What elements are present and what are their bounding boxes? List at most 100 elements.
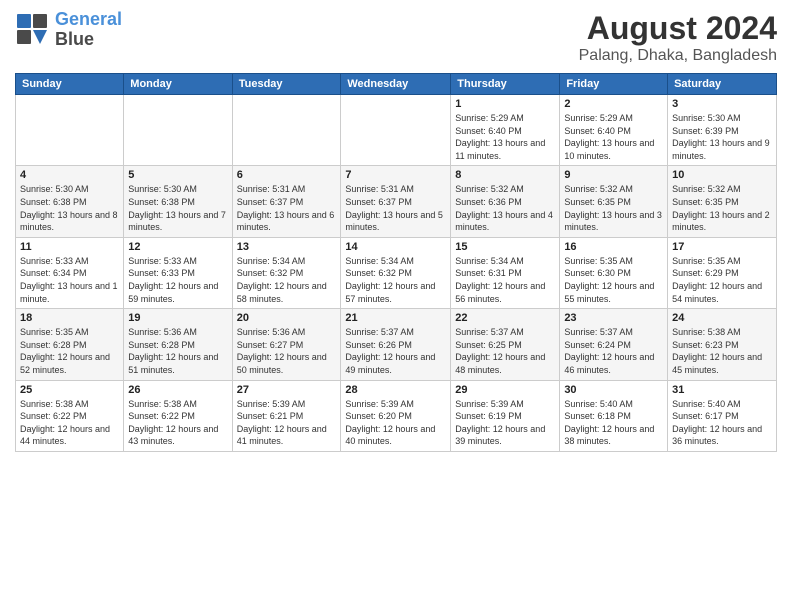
calendar-week-2: 4 Sunrise: 5:30 AM Sunset: 6:38 PM Daylig… bbox=[16, 166, 777, 237]
table-row: 17Sunrise: 5:35 AM Sunset: 6:29 PM Dayli… bbox=[668, 237, 777, 308]
day-info: Sunrise: 5:40 AM Sunset: 6:17 PM Dayligh… bbox=[672, 398, 772, 448]
table-row: 31 Sunrise: 5:40 AM Sunset: 6:17 PM Dayli… bbox=[668, 380, 777, 451]
table-row: 27Sunrise: 5:39 AM Sunset: 6:21 PM Dayli… bbox=[232, 380, 341, 451]
day-info: Sunrise: 5:33 AM Sunset: 6:34 PM Dayligh… bbox=[20, 255, 119, 305]
day-number: 7 bbox=[345, 169, 446, 181]
day-number: 29 bbox=[455, 384, 555, 396]
calendar-header-row: Sunday Monday Tuesday Wednesday Thursday… bbox=[16, 74, 777, 95]
table-row: 3 Sunrise: 5:30 AM Sunset: 6:39 PM Daylig… bbox=[668, 95, 777, 166]
day-number: 21 bbox=[345, 312, 446, 324]
table-row: 2Sunrise: 5:29 AM Sunset: 6:40 PM Daylig… bbox=[560, 95, 668, 166]
day-number: 27 bbox=[237, 384, 337, 396]
day-number: 11 bbox=[20, 241, 119, 253]
day-info: Sunrise: 5:35 AM Sunset: 6:30 PM Dayligh… bbox=[564, 255, 663, 305]
day-info: Sunrise: 5:34 AM Sunset: 6:32 PM Dayligh… bbox=[345, 255, 446, 305]
main-title: August 2024 bbox=[579, 10, 777, 47]
table-row: 12Sunrise: 5:33 AM Sunset: 6:33 PM Dayli… bbox=[124, 237, 232, 308]
table-row: 26Sunrise: 5:38 AM Sunset: 6:22 PM Dayli… bbox=[124, 380, 232, 451]
day-number: 5 bbox=[128, 169, 227, 181]
table-row: 25Sunrise: 5:38 AM Sunset: 6:22 PM Dayli… bbox=[16, 380, 124, 451]
table-row: 14 Sunrise: 5:34 AM Sunset: 6:32 PM Dayli… bbox=[341, 237, 451, 308]
table-row: 11 Sunrise: 5:33 AM Sunset: 6:34 PM Dayli… bbox=[16, 237, 124, 308]
day-number: 22 bbox=[455, 312, 555, 324]
day-number: 13 bbox=[237, 241, 337, 253]
table-row: 29 Sunrise: 5:39 AM Sunset: 6:19 PM Dayli… bbox=[451, 380, 560, 451]
day-number: 6 bbox=[237, 169, 337, 181]
day-info: Sunrise: 5:38 AM Sunset: 6:22 PM Dayligh… bbox=[128, 398, 227, 448]
table-row: 1Sunrise: 5:29 AM Sunset: 6:40 PM Daylig… bbox=[451, 95, 560, 166]
day-number: 15 bbox=[455, 241, 555, 253]
logo-icon bbox=[15, 12, 51, 48]
header-tuesday: Tuesday bbox=[232, 74, 341, 95]
table-row: 30 Sunrise: 5:40 AM Sunset: 6:18 PM Dayli… bbox=[560, 380, 668, 451]
day-number: 16 bbox=[564, 241, 663, 253]
day-number: 3 bbox=[672, 98, 772, 110]
table-row: 10 Sunrise: 5:32 AM Sunset: 6:35 PM Dayli… bbox=[668, 166, 777, 237]
table-row: 6 Sunrise: 5:31 AM Sunset: 6:37 PM Daylig… bbox=[232, 166, 341, 237]
calendar-week-1: 1 Sunrise: 5:29 AM Sunset: 6:40 PM Daylig… bbox=[16, 95, 777, 166]
day-number: 18 bbox=[20, 312, 119, 324]
day-info: Sunrise: 5:32 AM Sunset: 6:35 PM Dayligh… bbox=[564, 183, 663, 233]
table-row bbox=[341, 95, 451, 166]
header-saturday: Saturday bbox=[668, 74, 777, 95]
day-info: Sunrise: 5:30 AM Sunset: 6:38 PM Dayligh… bbox=[20, 183, 119, 233]
day-number: 10 bbox=[672, 169, 772, 181]
header: General Blue August 2024 Palang, Dhaka, … bbox=[15, 10, 777, 65]
day-info: Sunrise: 5:29 AM Sunset: 6:40 PM Dayligh… bbox=[564, 112, 663, 162]
day-info: Sunrise: 5:39 AM Sunset: 6:19 PM Dayligh… bbox=[455, 398, 555, 448]
day-info: Sunrise: 5:37 AM Sunset: 6:24 PM Dayligh… bbox=[564, 326, 663, 376]
day-info: Sunrise: 5:31 AM Sunset: 6:37 PM Dayligh… bbox=[237, 183, 337, 233]
table-row: 5 Sunrise: 5:30 AM Sunset: 6:38 PM Daylig… bbox=[124, 166, 232, 237]
table-row: 15 Sunrise: 5:34 AM Sunset: 6:31 PM Dayli… bbox=[451, 237, 560, 308]
table-row: 23 Sunrise: 5:37 AM Sunset: 6:24 PM Dayli… bbox=[560, 309, 668, 380]
day-info: Sunrise: 5:32 AM Sunset: 6:36 PM Dayligh… bbox=[455, 183, 555, 233]
day-info: Sunrise: 5:30 AM Sunset: 6:38 PM Dayligh… bbox=[128, 183, 227, 233]
calendar-table: Sunday Monday Tuesday Wednesday Thursday… bbox=[15, 73, 777, 452]
day-number: 24 bbox=[672, 312, 772, 324]
calendar-week-4: 18 Sunrise: 5:35 AM Sunset: 6:28 PM Dayli… bbox=[16, 309, 777, 380]
day-info: Sunrise: 5:34 AM Sunset: 6:32 PM Dayligh… bbox=[237, 255, 337, 305]
day-info: Sunrise: 5:37 AM Sunset: 6:26 PM Dayligh… bbox=[345, 326, 446, 376]
day-number: 19 bbox=[128, 312, 227, 324]
table-row: 19 Sunrise: 5:36 AM Sunset: 6:28 PM Dayli… bbox=[124, 309, 232, 380]
day-number: 14 bbox=[345, 241, 446, 253]
day-info: Sunrise: 5:30 AM Sunset: 6:39 PM Dayligh… bbox=[672, 112, 772, 162]
day-info: Sunrise: 5:36 AM Sunset: 6:28 PM Dayligh… bbox=[128, 326, 227, 376]
day-number: 9 bbox=[564, 169, 663, 181]
day-number: 28 bbox=[345, 384, 446, 396]
day-info: Sunrise: 5:40 AM Sunset: 6:18 PM Dayligh… bbox=[564, 398, 663, 448]
day-number: 23 bbox=[564, 312, 663, 324]
day-info: Sunrise: 5:32 AM Sunset: 6:35 PM Dayligh… bbox=[672, 183, 772, 233]
day-info: Sunrise: 5:34 AM Sunset: 6:31 PM Dayligh… bbox=[455, 255, 555, 305]
header-monday: Monday bbox=[124, 74, 232, 95]
day-info: Sunrise: 5:38 AM Sunset: 6:23 PM Dayligh… bbox=[672, 326, 772, 376]
logo-text: General Blue bbox=[55, 10, 122, 50]
table-row: 16 Sunrise: 5:35 AM Sunset: 6:30 PM Dayli… bbox=[560, 237, 668, 308]
table-row bbox=[124, 95, 232, 166]
day-info: Sunrise: 5:35 AM Sunset: 6:28 PM Dayligh… bbox=[20, 326, 119, 376]
page: General Blue August 2024 Palang, Dhaka, … bbox=[0, 0, 792, 612]
day-number: 1 bbox=[455, 98, 555, 110]
table-row: 24 Sunrise: 5:38 AM Sunset: 6:23 PM Dayli… bbox=[668, 309, 777, 380]
day-number: 8 bbox=[455, 169, 555, 181]
calendar-week-5: 25Sunrise: 5:38 AM Sunset: 6:22 PM Dayli… bbox=[16, 380, 777, 451]
day-number: 17 bbox=[672, 241, 772, 253]
table-row: 21 Sunrise: 5:37 AM Sunset: 6:26 PM Dayli… bbox=[341, 309, 451, 380]
title-block: August 2024 Palang, Dhaka, Bangladesh bbox=[579, 10, 777, 65]
header-thursday: Thursday bbox=[451, 74, 560, 95]
table-row: 13 Sunrise: 5:34 AM Sunset: 6:32 PM Dayli… bbox=[232, 237, 341, 308]
table-row: 7 Sunrise: 5:31 AM Sunset: 6:37 PM Daylig… bbox=[341, 166, 451, 237]
sub-title: Palang, Dhaka, Bangladesh bbox=[579, 47, 777, 65]
logo: General Blue bbox=[15, 10, 122, 50]
header-wednesday: Wednesday bbox=[341, 74, 451, 95]
day-info: Sunrise: 5:33 AM Sunset: 6:33 PM Dayligh… bbox=[128, 255, 227, 305]
header-sunday: Sunday bbox=[16, 74, 124, 95]
header-friday: Friday bbox=[560, 74, 668, 95]
day-info: Sunrise: 5:31 AM Sunset: 6:37 PM Dayligh… bbox=[345, 183, 446, 233]
table-row: 18 Sunrise: 5:35 AM Sunset: 6:28 PM Dayli… bbox=[16, 309, 124, 380]
day-number: 4 bbox=[20, 169, 119, 181]
day-number: 31 bbox=[672, 384, 772, 396]
table-row bbox=[232, 95, 341, 166]
day-info: Sunrise: 5:39 AM Sunset: 6:20 PM Dayligh… bbox=[345, 398, 446, 448]
day-number: 30 bbox=[564, 384, 663, 396]
